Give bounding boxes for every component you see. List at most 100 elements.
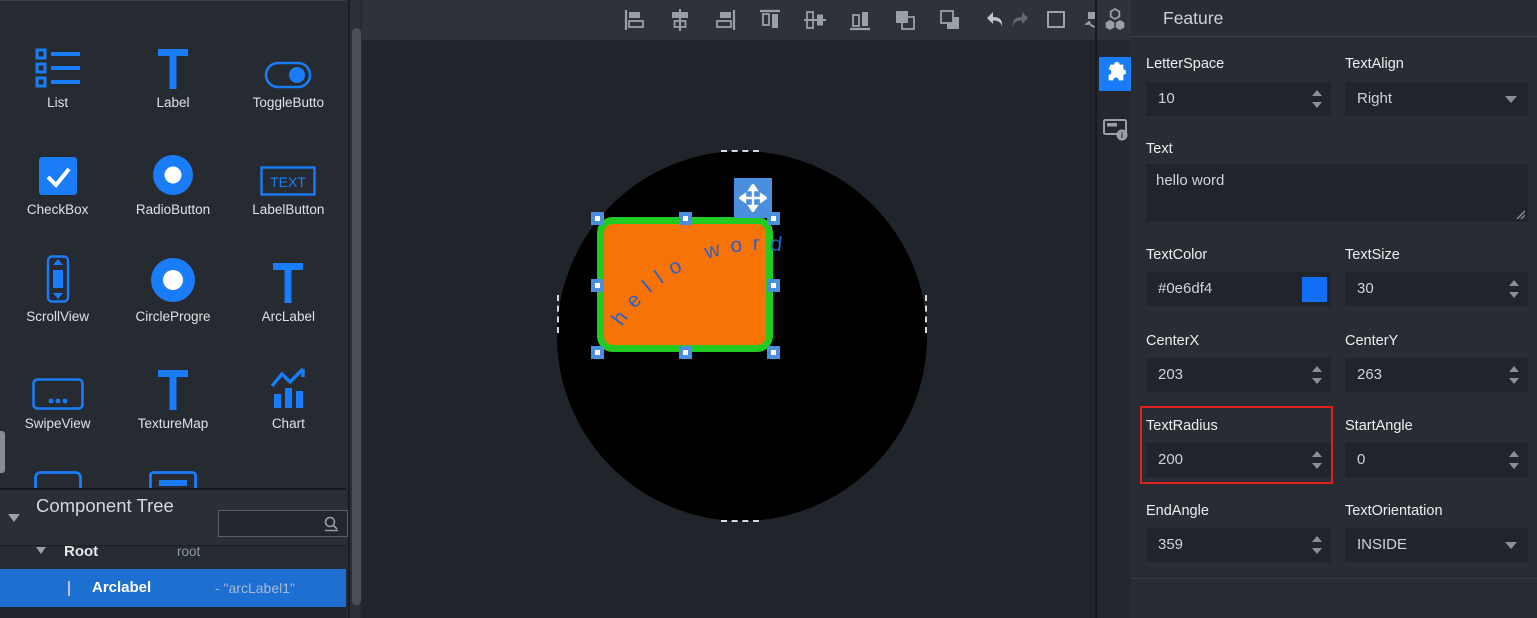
component-tree-search-input[interactable] xyxy=(218,510,348,537)
letterspace-label: LetterSpace xyxy=(1146,56,1224,72)
text-textarea[interactable]: hello word xyxy=(1146,164,1528,222)
canvas-toolbar xyxy=(362,0,1095,40)
palette-item-scrollview[interactable]: ScrollView xyxy=(0,225,115,332)
palette-item-labelbutton[interactable]: TEXTLabelButton xyxy=(231,118,346,225)
centery-input[interactable]: 263 xyxy=(1345,358,1528,392)
endangle-input[interactable]: 359 xyxy=(1146,528,1331,562)
align-center-horizontal-icon[interactable] xyxy=(668,8,692,32)
tree-row-arclabel[interactable]: Arclabel - "arcLabel1" xyxy=(0,569,346,607)
textsize-label: TextSize xyxy=(1345,247,1400,263)
textcolor-value: #0e6df4 xyxy=(1158,280,1212,297)
palette-item-clipped[interactable] xyxy=(115,439,230,488)
palette-item-list[interactable]: List xyxy=(0,11,115,118)
textsize-value: 30 xyxy=(1357,280,1374,297)
tree-indent-guide xyxy=(68,581,70,596)
resize-handle-n[interactable] xyxy=(679,212,692,225)
textradius-input[interactable]: 200 xyxy=(1146,443,1331,477)
resize-handle-se[interactable] xyxy=(767,346,780,359)
palette-item-radiobutton[interactable]: RadioButton xyxy=(115,118,230,225)
component-tree-header: Component Tree xyxy=(0,488,346,546)
color-swatch[interactable] xyxy=(1302,277,1327,302)
endangle-spinner[interactable] xyxy=(1311,535,1323,555)
textradius-value: 200 xyxy=(1158,451,1183,468)
guide-dash-top xyxy=(721,150,759,152)
letterspace-input[interactable]: 10 xyxy=(1146,82,1331,116)
palette-item-chart[interactable]: Chart xyxy=(231,332,346,439)
palette-item-label: ScrollView xyxy=(26,309,89,324)
align-left-icon[interactable] xyxy=(623,8,647,32)
panel-divider xyxy=(1131,578,1537,579)
toggle-icon xyxy=(264,61,312,89)
swipeview-icon xyxy=(32,378,84,410)
collapse-caret-icon[interactable] xyxy=(8,514,20,522)
resize-handle-e[interactable] xyxy=(767,279,780,292)
events-panel-icon: i xyxy=(1102,117,1130,143)
textcolor-input[interactable]: #0e6df4 xyxy=(1146,272,1331,306)
centerx-spinner[interactable] xyxy=(1311,365,1323,385)
arclabel-widget[interactable] xyxy=(597,217,773,352)
align-right-icon[interactable] xyxy=(713,8,737,32)
component-tree-title: Component Tree xyxy=(36,493,206,519)
letterspace-spinner[interactable] xyxy=(1311,89,1323,109)
move-icon xyxy=(739,184,767,212)
undo-icon[interactable] xyxy=(983,8,1007,32)
resize-handle-nw[interactable] xyxy=(591,212,604,225)
textalign-dropdown[interactable]: Right xyxy=(1345,82,1528,116)
textradius-label: TextRadius xyxy=(1146,418,1218,434)
resize-handle-s[interactable] xyxy=(679,346,692,359)
centery-label: CenterY xyxy=(1345,333,1398,349)
textsize-input[interactable]: 30 xyxy=(1345,272,1528,306)
send-to-back-icon[interactable] xyxy=(938,8,962,32)
textorientation-label: TextOrientation xyxy=(1345,503,1443,519)
align-bottom-icon[interactable] xyxy=(848,8,872,32)
tab-events[interactable]: i xyxy=(1099,113,1133,147)
design-canvas[interactable]: hello word xyxy=(362,40,1095,618)
search-icon xyxy=(321,514,341,534)
resize-handle-w[interactable] xyxy=(591,279,604,292)
tree-row-id: root xyxy=(177,544,200,559)
startangle-input[interactable]: 0 xyxy=(1345,443,1528,477)
label-t-icon xyxy=(156,47,190,89)
palette-item-label: ArcLabel xyxy=(262,309,315,324)
align-top-icon[interactable] xyxy=(758,8,782,32)
bring-to-front-icon[interactable] xyxy=(893,8,917,32)
feature-panel: Feature LetterSpace 10 TextAlign Right T… xyxy=(1131,0,1537,618)
textalign-value: Right xyxy=(1357,90,1392,107)
palette-scrollbar[interactable] xyxy=(348,0,360,618)
guide-dash-bottom xyxy=(721,520,759,522)
components-molecule-icon[interactable] xyxy=(1102,6,1128,34)
panel-grip[interactable] xyxy=(0,431,5,473)
redo-icon[interactable] xyxy=(1008,8,1032,32)
resize-grip-icon[interactable] xyxy=(1515,209,1525,219)
palette-item-togglebutto[interactable]: ToggleButto xyxy=(231,11,346,118)
textsize-spinner[interactable] xyxy=(1508,279,1520,299)
palette-item-label: CheckBox xyxy=(27,202,89,217)
palette-item-label: SwipeView xyxy=(25,416,91,431)
resize-handle-ne[interactable] xyxy=(767,212,780,225)
startangle-spinner[interactable] xyxy=(1508,450,1520,470)
palette-item-checkbox[interactable]: CheckBox xyxy=(0,118,115,225)
tab-feature[interactable] xyxy=(1099,57,1133,91)
centery-spinner[interactable] xyxy=(1508,365,1520,385)
palette-item-arclabel[interactable]: ArcLabel xyxy=(231,225,346,332)
right-tab-strip: i xyxy=(1095,0,1131,618)
clipped-widget-icon xyxy=(149,471,197,488)
resize-handle-sw[interactable] xyxy=(591,346,604,359)
palette-item-label: LabelButton xyxy=(252,202,324,217)
palette-item-swipeview[interactable]: SwipeView xyxy=(0,332,115,439)
palette-item-label[interactable]: Label xyxy=(115,11,230,118)
palette-item-circleprogre[interactable]: CircleProgre xyxy=(115,225,230,332)
palette-item-label: Chart xyxy=(272,416,305,431)
component-tree: Root root Arclabel - "arcLabel1" xyxy=(0,538,346,607)
marquee-icon[interactable] xyxy=(1044,8,1068,32)
centerx-input[interactable]: 203 xyxy=(1146,358,1331,392)
textradius-spinner[interactable] xyxy=(1311,450,1323,470)
palette-scrollbar-thumb[interactable] xyxy=(352,28,361,605)
align-center-vertical-icon[interactable] xyxy=(803,8,827,32)
centerx-value: 203 xyxy=(1158,366,1183,383)
palette-item-texturemap[interactable]: TextureMap xyxy=(115,332,230,439)
palette-item-clipped[interactable] xyxy=(0,439,115,488)
startangle-label: StartAngle xyxy=(1345,418,1413,434)
expand-caret-icon[interactable] xyxy=(36,547,46,554)
textorientation-dropdown[interactable]: INSIDE xyxy=(1345,528,1528,562)
